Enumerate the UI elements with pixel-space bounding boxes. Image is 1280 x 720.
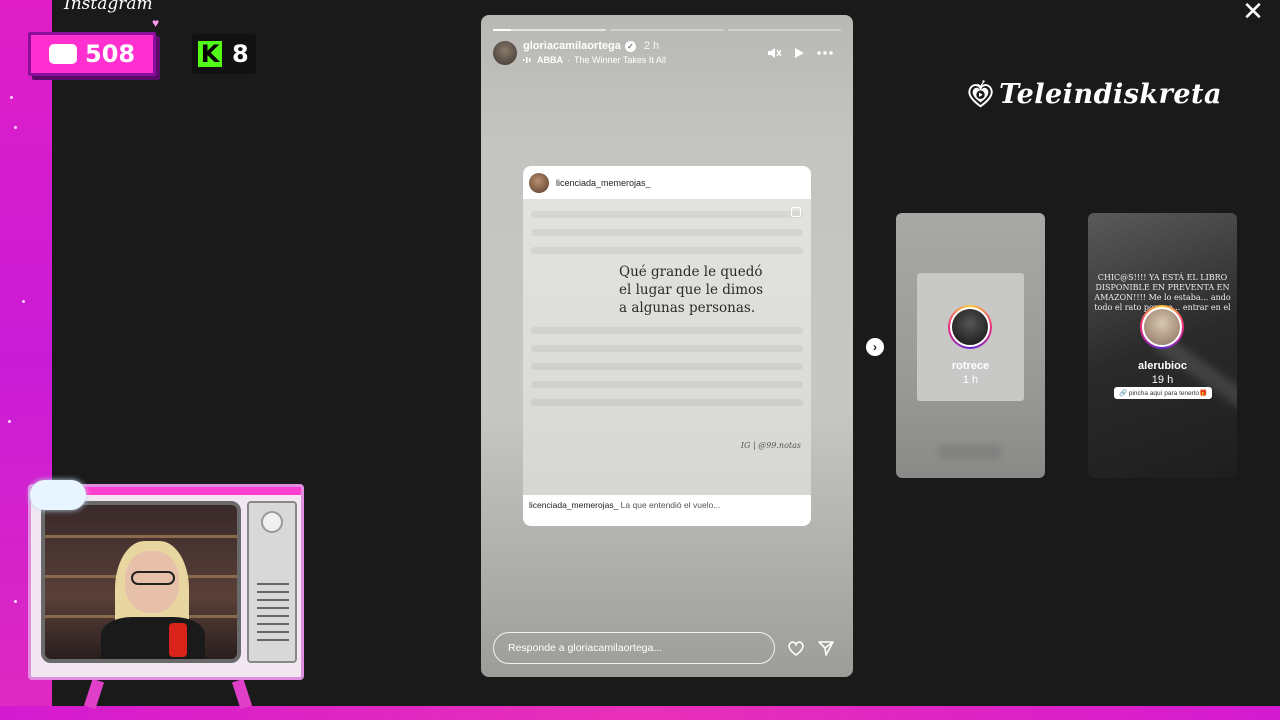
story-header: gloriacamilaortega ✓ 2 h (523, 40, 659, 52)
preview-avatar (1140, 305, 1184, 349)
kick-counter: K 8 (192, 34, 256, 74)
chat-counter: 508 (28, 32, 156, 76)
audio-wave-icon (523, 57, 531, 63)
teleindiskreta-logo: Teleindiskreta (966, 54, 1222, 134)
sparkle-icon: ♥ (152, 16, 160, 30)
music-title: The Winner Takes It All (574, 55, 666, 65)
close-button[interactable]: ✕ (1240, 0, 1266, 26)
shared-post-card[interactable]: licenciada_memerojas_ Qué grande le qued… (523, 166, 811, 526)
glasses-icon (131, 571, 175, 585)
play-button[interactable] (791, 45, 807, 61)
play-icon (795, 48, 804, 58)
mute-button[interactable] (766, 45, 782, 61)
heart-icon (788, 641, 804, 656)
preview-time: 19 h (1151, 374, 1174, 386)
cloud-decoration (30, 480, 86, 510)
preview-time: 1 h (962, 374, 979, 386)
reply-input[interactable]: Responde a gloriacamilaortega... (493, 632, 775, 664)
verified-icon: ✓ (624, 40, 636, 52)
tv-control-panel (247, 501, 297, 663)
story-time: 2 h (643, 40, 660, 52)
overlay-frame-bottom (0, 706, 1280, 720)
kick-logo-icon: K (198, 40, 222, 68)
next-story-button[interactable]: › (866, 338, 884, 356)
send-icon (818, 641, 834, 656)
progress-segment (610, 29, 724, 31)
send-button[interactable] (817, 639, 835, 657)
post-image: Qué grande le quedó el lugar que le dimo… (523, 199, 811, 495)
preview-avatar (948, 305, 992, 349)
preview-username: rotrece (951, 360, 990, 372)
chat-bubble-icon (49, 44, 77, 64)
post-caption: licenciada_memerojas_ La que entendió el… (529, 500, 720, 510)
post-header: licenciada_memerojas_ (523, 166, 811, 199)
story-music[interactable]: ABBA · The Winner Takes It All (523, 55, 666, 65)
reply-placeholder: Responde a gloriacamilaortega... (508, 642, 663, 654)
like-button[interactable] (787, 639, 805, 657)
story-preview-rotrece[interactable]: rotrece 1 h (896, 213, 1045, 478)
story-avatar[interactable] (493, 41, 517, 65)
story-preview-alerubioc[interactable]: CHIC@S!!!! YA ESTÁ EL LIBRO DISPONIBLE E… (1088, 213, 1237, 478)
post-credit: IG | @99.notas (740, 441, 801, 450)
post-author-avatar (529, 172, 549, 193)
microphone-icon (169, 623, 187, 657)
post-author[interactable]: licenciada_memerojas_ (556, 178, 651, 188)
webcam-tv-frame (28, 484, 304, 680)
music-artist: ABBA (537, 55, 563, 65)
story-viewer[interactable]: gloriacamilaortega ✓ 2 h ABBA · The Winn… (481, 15, 853, 677)
progress-segment (727, 29, 841, 31)
bookmark-icon (791, 207, 801, 217)
caption-author[interactable]: licenciada_memerojas_ (529, 500, 618, 510)
post-quote: Qué grande le quedó el lugar que le dimo… (619, 264, 764, 316)
dial-icon (261, 511, 283, 533)
more-options-button[interactable] (817, 45, 833, 61)
kick-count-value: 8 (232, 40, 249, 68)
webcam-feed (41, 501, 241, 663)
story-progress-bar (493, 29, 841, 31)
heart-play-icon (968, 80, 993, 108)
progress-segment (493, 29, 607, 31)
caption-text: La que entendió el vuelo... (620, 500, 721, 510)
logo-text: Teleindiskreta (999, 78, 1222, 110)
stream-screen: Instagram ♥ 508 K 8 ✕ Teleindiskreta glo… (0, 0, 1280, 720)
muted-speaker-icon (768, 48, 781, 58)
more-dots-icon (817, 51, 833, 55)
instagram-wordmark: Instagram (64, 0, 153, 14)
preview-link-sticker: 🔗 pincha aquí para tenerlo🎁 (1114, 387, 1212, 399)
preview-username: alerubioc (1138, 360, 1187, 372)
chat-count-value: 508 (85, 40, 136, 68)
story-username[interactable]: gloriacamilaortega (523, 40, 621, 52)
